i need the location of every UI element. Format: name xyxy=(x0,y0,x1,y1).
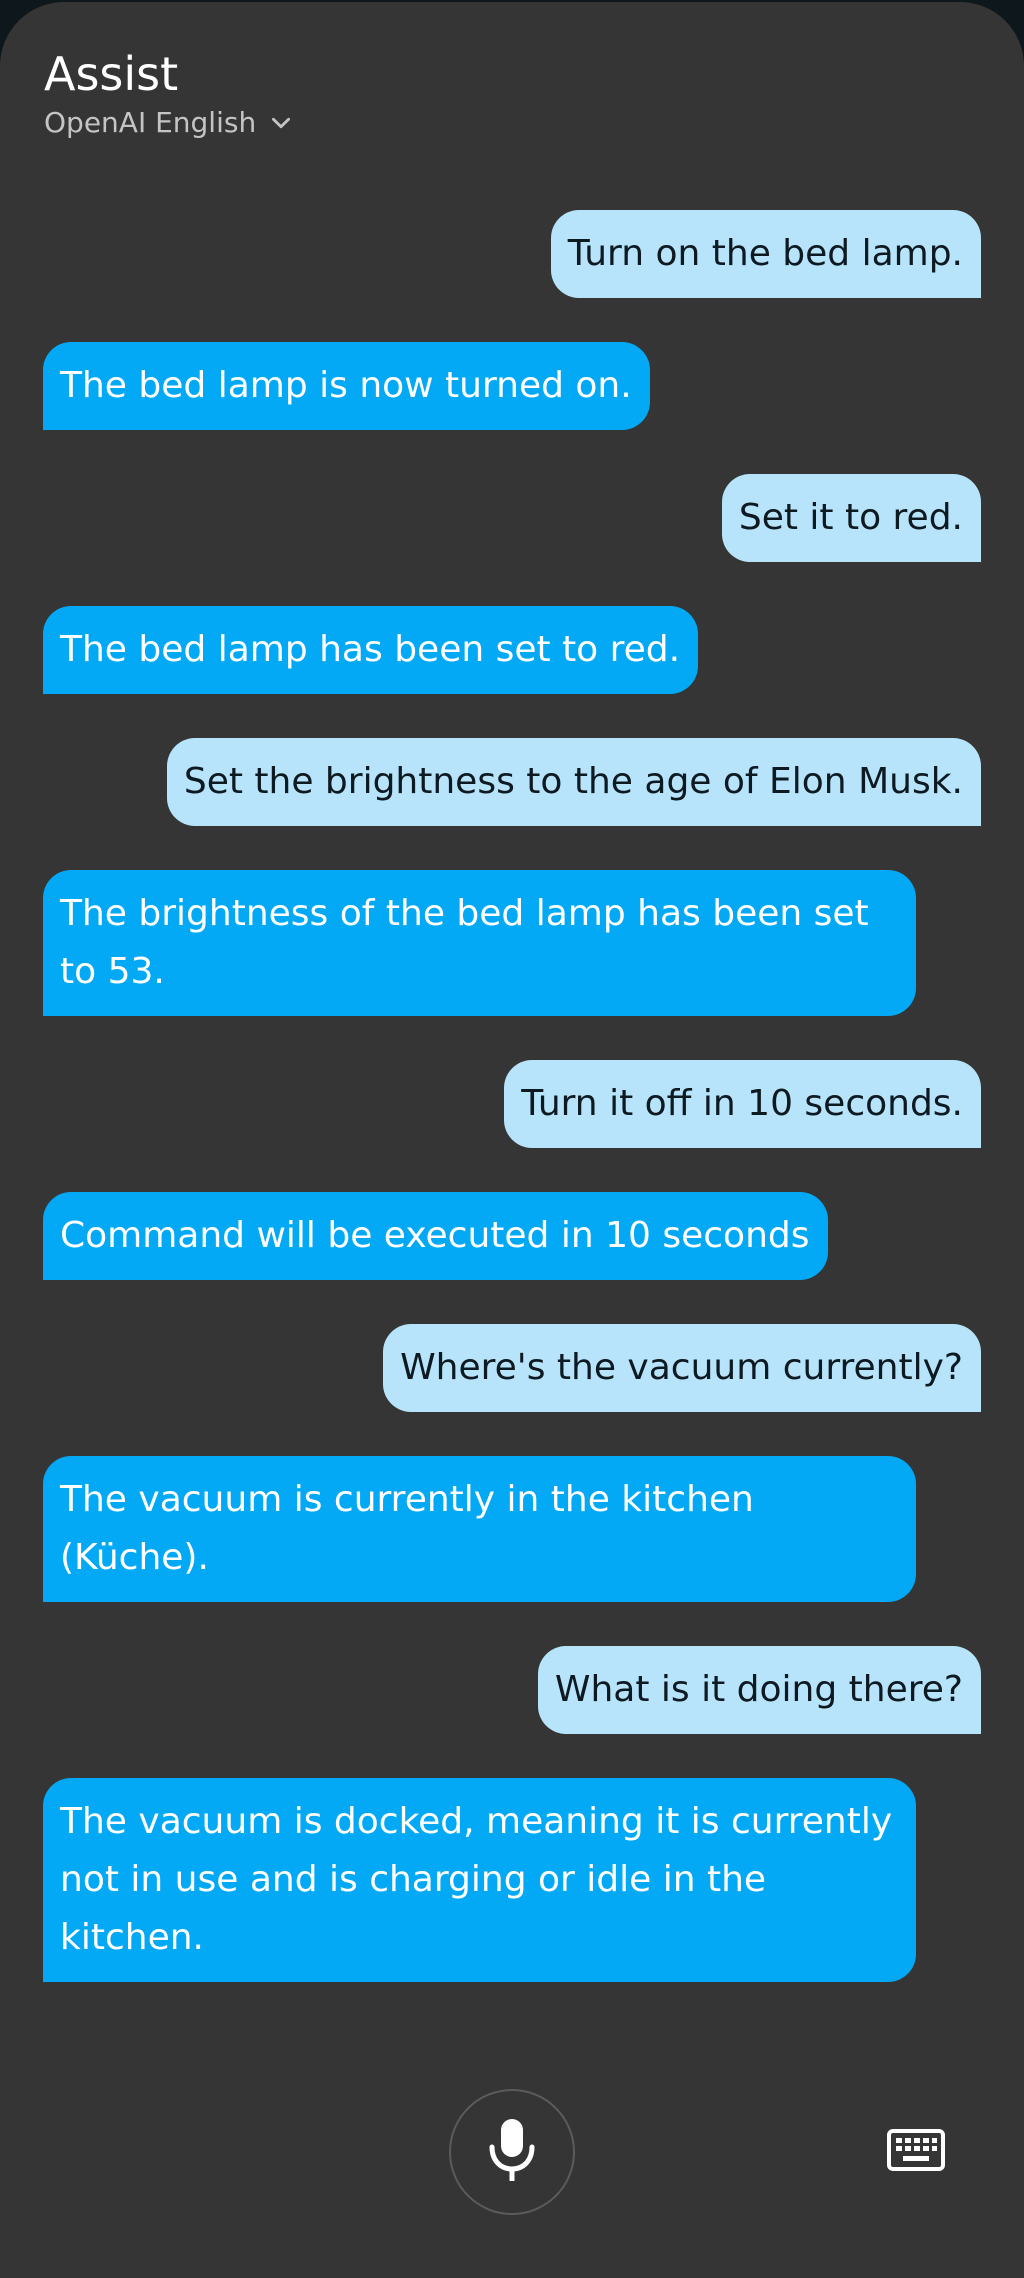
keyboard-icon xyxy=(887,2128,945,2176)
message-list: Turn on the bed lamp. The bed lamp is now… xyxy=(43,210,981,1982)
assistant-message: The bed lamp has been set to red. xyxy=(43,606,699,694)
dialog-header: Assist OpenAI English xyxy=(44,46,294,139)
microphone-button[interactable] xyxy=(449,2089,575,2215)
chevron-down-icon xyxy=(268,110,294,136)
pipeline-label: OpenAI English xyxy=(44,106,257,139)
microphone-icon xyxy=(486,2117,538,2188)
user-message: Where's the vacuum currently? xyxy=(383,1324,981,1412)
assistant-message: The vacuum is docked, meaning it is curr… xyxy=(43,1778,916,1982)
assistant-message: The bed lamp is now turned on. xyxy=(43,342,650,430)
user-message: Turn it off in 10 seconds. xyxy=(504,1060,981,1148)
keyboard-button[interactable] xyxy=(886,2128,946,2176)
user-message: Set the brightness to the age of Elon Mu… xyxy=(166,738,981,826)
assist-dialog: Assist OpenAI English Turn on the bed la… xyxy=(0,2,1024,2278)
assistant-message: The vacuum is currently in the kitchen (… xyxy=(43,1456,916,1602)
assistant-message: The brightness of the bed lamp has been … xyxy=(43,870,916,1016)
assistant-message: Command will be executed in 10 seconds xyxy=(43,1192,828,1280)
user-message: What is it doing there? xyxy=(537,1646,981,1734)
user-message: Set it to red. xyxy=(721,474,981,562)
pipeline-selector[interactable]: OpenAI English xyxy=(44,106,294,139)
dialog-title: Assist xyxy=(44,47,179,101)
user-message: Turn on the bed lamp. xyxy=(550,210,981,298)
